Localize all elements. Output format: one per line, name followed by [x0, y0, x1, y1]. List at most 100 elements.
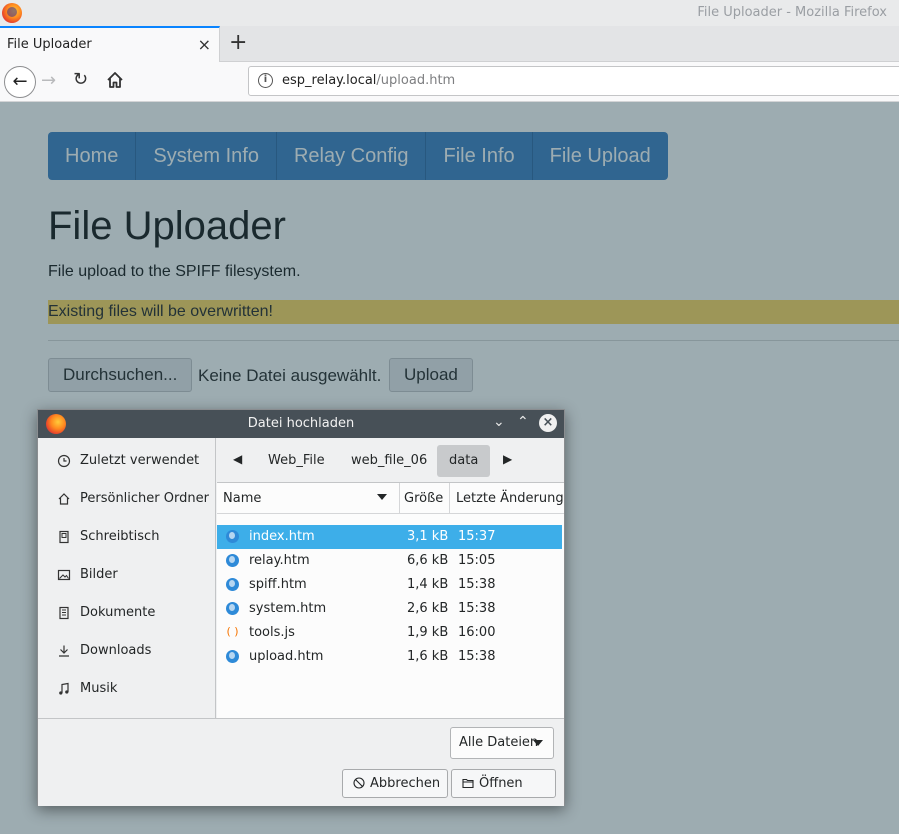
- file-time: 16:00: [458, 625, 496, 640]
- column-separator: [399, 483, 400, 514]
- url-text[interactable]: esp_relay.local/upload.htm: [282, 73, 455, 88]
- image-icon: [57, 569, 71, 581]
- url-host: esp_relay.local: [282, 73, 377, 88]
- file-size: 2,6 kB: [407, 601, 449, 616]
- download-icon: [59, 645, 69, 657]
- place-label: Musik: [80, 681, 118, 696]
- dialog-title: Datei hochladen: [247, 416, 355, 431]
- html-file-icon: [226, 554, 239, 567]
- site-info-icon[interactable]: i: [258, 73, 273, 88]
- places-sidebar: Zuletzt verwendet Persönlicher Ordner Sc…: [38, 438, 216, 718]
- file-type-filter[interactable]: Alle Dateien: [450, 727, 554, 759]
- sort-down-icon[interactable]: [377, 494, 387, 500]
- minimize-icon[interactable]: ⌄: [493, 414, 505, 430]
- file-name: relay.htm: [249, 553, 310, 568]
- path-right-arrow-icon[interactable]: ▶: [503, 452, 512, 466]
- desktop-icon: [59, 530, 69, 544]
- maximize-icon[interactable]: ⌃: [517, 414, 529, 430]
- file-name: system.htm: [249, 601, 327, 616]
- html-file-icon: [226, 530, 239, 543]
- reload-button[interactable]: ↻: [73, 69, 88, 90]
- window-title: File Uploader - Mozilla Firefox: [697, 5, 887, 20]
- place-pictures[interactable]: Bilder: [38, 560, 216, 590]
- file-row-spiff[interactable]: spiff.htm 1,4 kB 15:38: [217, 573, 562, 597]
- file-size: 6,6 kB: [407, 553, 449, 568]
- file-list: Name Größe Letzte Änderung index.htm 3,1…: [217, 482, 564, 718]
- dialog-footer: Alle Dateien Abbrechen Öffnen: [38, 718, 564, 806]
- place-label: Persönlicher Ordner: [80, 491, 209, 506]
- js-file-icon: ( ): [226, 625, 239, 638]
- folder-open-icon: [462, 778, 474, 789]
- tab-label: File Uploader: [7, 37, 92, 52]
- tab-strip: File Uploader × +: [0, 26, 899, 62]
- file-row-index[interactable]: index.htm 3,1 kB 15:37: [217, 525, 562, 549]
- tab-file-uploader[interactable]: File Uploader ×: [0, 26, 220, 62]
- place-label: Downloads: [80, 643, 152, 658]
- filter-label: Alle Dateien: [459, 735, 539, 750]
- window-titlebar: File Uploader - Mozilla Firefox: [0, 0, 899, 26]
- place-desktop[interactable]: Schreibtisch: [38, 522, 216, 552]
- cancel-label: Abbrechen: [370, 776, 441, 791]
- dialog-titlebar: Datei hochladen ⌄ ⌃ ×: [38, 410, 564, 438]
- place-label: Bilder: [80, 567, 118, 582]
- html-file-icon: [226, 578, 239, 591]
- file-row-relay[interactable]: relay.htm 6,6 kB 15:05: [217, 549, 562, 573]
- crumb-web-file-06[interactable]: web_file_06: [339, 445, 439, 477]
- html-file-icon: [226, 602, 239, 615]
- column-name[interactable]: Name: [223, 491, 261, 506]
- path-left-arrow-icon[interactable]: ◀: [233, 452, 242, 466]
- file-name: index.htm: [249, 529, 315, 544]
- file-time: 15:38: [458, 577, 496, 592]
- place-downloads[interactable]: Downloads: [38, 636, 216, 666]
- file-size: 1,9 kB: [407, 625, 449, 640]
- file-row-upload[interactable]: upload.htm 1,6 kB 15:38: [217, 645, 562, 669]
- file-list-header: Name Größe Letzte Änderung: [217, 483, 564, 514]
- file-name: upload.htm: [249, 649, 324, 664]
- file-name: tools.js: [249, 625, 295, 640]
- column-size[interactable]: Größe: [404, 491, 443, 506]
- place-label: Schreibtisch: [80, 529, 160, 544]
- file-time: 15:38: [458, 601, 496, 616]
- file-time: 15:37: [458, 529, 496, 544]
- place-home[interactable]: Persönlicher Ordner: [38, 484, 216, 514]
- url-path: /upload.htm: [376, 73, 456, 88]
- file-row-system[interactable]: system.htm 2,6 kB 15:38: [217, 597, 562, 621]
- open-button[interactable]: Öffnen: [451, 769, 556, 798]
- home-icon: [58, 493, 70, 505]
- forward-button[interactable]: →: [41, 70, 56, 91]
- crumb-data[interactable]: data: [437, 445, 491, 477]
- music-icon: [59, 682, 69, 695]
- place-recent[interactable]: Zuletzt verwendet: [38, 446, 216, 476]
- column-modified[interactable]: Letzte Änderung: [456, 491, 564, 506]
- place-label: Dokumente: [80, 605, 156, 620]
- place-label: Zuletzt verwendet: [80, 453, 200, 468]
- column-separator: [449, 483, 450, 514]
- back-button[interactable]: ←: [4, 66, 36, 98]
- file-size: 3,1 kB: [407, 529, 449, 544]
- html-file-icon: [226, 650, 239, 663]
- file-upload-dialog: Datei hochladen ⌄ ⌃ × Zuletzt verwendet …: [37, 409, 565, 806]
- file-row-tools[interactable]: ( ) tools.js 1,9 kB 16:00: [217, 621, 562, 645]
- navigation-bar: ← → ↻ i esp_relay.local/upload.htm: [0, 62, 899, 102]
- file-time: 15:38: [458, 649, 496, 664]
- path-bar: ◀ Web_File web_file_06 data ▶: [217, 438, 564, 482]
- document-icon: [59, 606, 69, 620]
- file-time: 15:05: [458, 553, 496, 568]
- cancel-button[interactable]: Abbrechen: [342, 769, 448, 798]
- place-documents[interactable]: Dokumente: [38, 598, 216, 628]
- new-tab-button[interactable]: +: [229, 30, 247, 55]
- dialog-close-icon[interactable]: ×: [539, 414, 557, 432]
- home-icon[interactable]: [105, 70, 125, 90]
- open-label: Öffnen: [479, 776, 523, 791]
- url-bar[interactable]: i esp_relay.local/upload.htm: [248, 66, 899, 96]
- place-music[interactable]: Musik: [38, 674, 216, 704]
- file-name: spiff.htm: [249, 577, 307, 592]
- file-size: 1,6 kB: [407, 649, 449, 664]
- firefox-logo-icon: [2, 3, 22, 23]
- file-size: 1,4 kB: [407, 577, 449, 592]
- chevron-down-icon: [533, 740, 543, 746]
- crumb-web-file[interactable]: Web_File: [256, 445, 337, 477]
- cancel-icon: [353, 777, 365, 789]
- tab-close-icon[interactable]: ×: [198, 35, 211, 54]
- clock-icon: [57, 454, 71, 468]
